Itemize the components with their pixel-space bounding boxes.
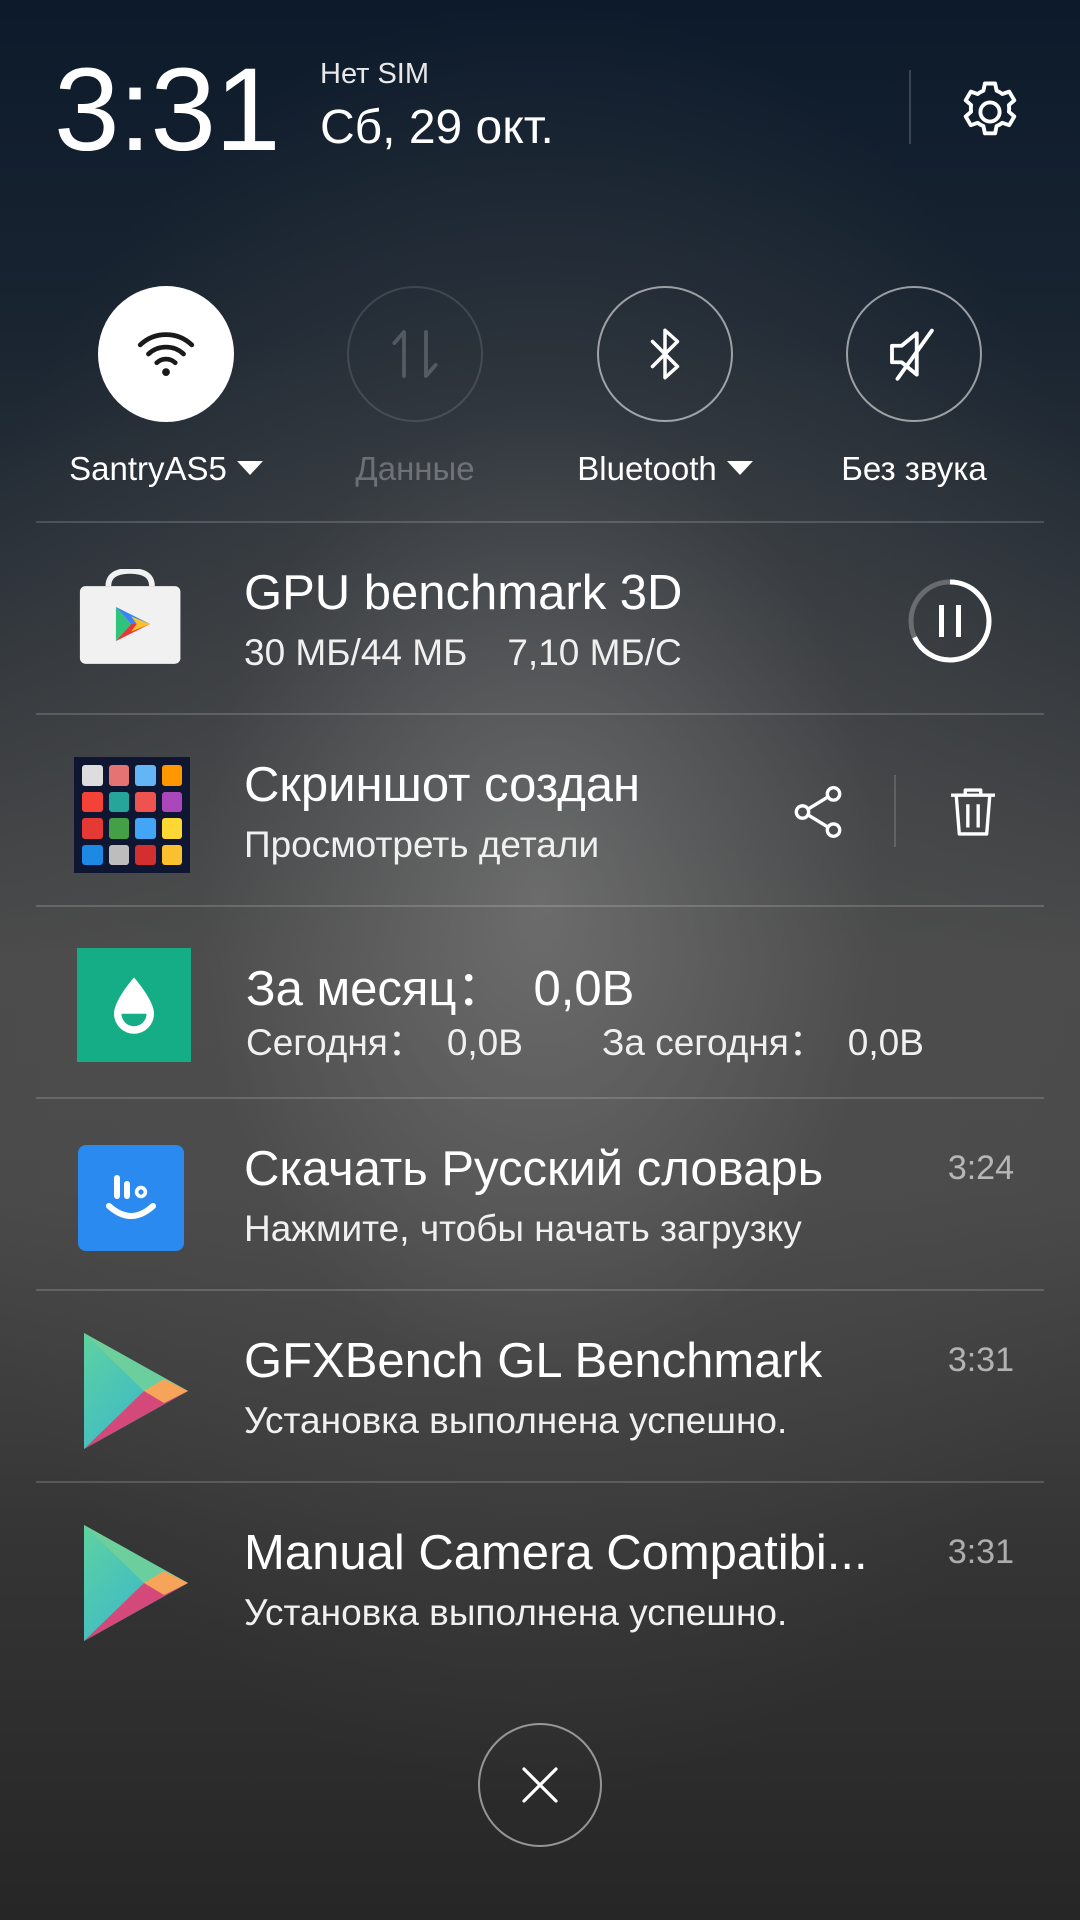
notification-title: Скриншот создан [244, 758, 641, 812]
toggle-wifi[interactable]: SantryAS5 [41, 282, 291, 502]
delete-button[interactable] [933, 767, 1013, 857]
notification-list: GPU benchmark 3D 30 МБ/44 МБ 7,10 МБ/С Ск… [36, 521, 1044, 1673]
sim-status: Нет SIM [320, 58, 430, 90]
play-triangle-icon [84, 1525, 188, 1641]
notification-title: GPU benchmark 3D [244, 566, 683, 620]
bluetooth-label[interactable]: Bluetooth [540, 450, 790, 488]
download-progress-text: 30 МБ/44 МБ 7,10 МБ/С [244, 632, 682, 673]
delete-icon [951, 788, 995, 836]
notification-time: 3:31 [947, 1341, 1014, 1379]
mobile-data-label: Данные [355, 450, 475, 487]
monthly-usage: За месяц： 0,0B [246, 962, 635, 1016]
notification-header: 3:31 Нет SIM Сб, 29 окт. [0, 0, 1080, 230]
notification-manual-camera[interactable]: Manual Camera Compatibi... Установка вып… [36, 1483, 1044, 1673]
toggle-bluetooth[interactable]: Bluetooth [540, 282, 790, 502]
toggle-mobile-data[interactable]: Данные [290, 282, 540, 502]
notification-screenshot[interactable]: Скриншот создан Просмотреть детали [36, 715, 1044, 905]
pause-button[interactable] [906, 577, 994, 665]
notification-title: Manual Camera Compatibi... [244, 1526, 868, 1580]
clock: 3:31 [54, 44, 281, 176]
quick-settings: SantryAS5 Данные Bluetooth Без звука [0, 282, 1080, 512]
notification-time: 3:31 [947, 1533, 1014, 1571]
screenshot-thumbnail [74, 757, 190, 873]
settings-button[interactable] [950, 72, 1030, 152]
bluetooth-icon [650, 328, 680, 380]
notification-subtitle: Просмотреть детали [244, 824, 600, 865]
mute-icon [890, 328, 934, 381]
pause-icon [908, 579, 992, 663]
wifi-icon [137, 332, 195, 376]
notification-time: 3:24 [947, 1149, 1014, 1187]
notification-download[interactable]: GPU benchmark 3D 30 МБ/44 МБ 7,10 МБ/С [36, 523, 1044, 713]
toggle-mute[interactable]: Без звука [789, 282, 1039, 502]
touchpal-keyboard-icon [78, 1145, 184, 1251]
notification-data-usage[interactable]: За месяц： 0,0B Сегодня： 0,0B За сегодня： 0,… [36, 907, 1044, 1097]
date: Сб, 29 окт. [320, 101, 554, 154]
mobile-data-toggle-circle[interactable] [347, 286, 483, 422]
notification-subtitle: Установка выполнена успешно. [244, 1400, 788, 1441]
notification-title: GFXBench GL Benchmark [244, 1334, 823, 1388]
action-divider [894, 775, 896, 847]
wifi-network-label[interactable]: SantryAS5 [41, 450, 291, 488]
mute-label: Без звука [841, 450, 987, 487]
play-store-icon [79, 569, 181, 664]
notification-subtitle: Установка выполнена успешно. [244, 1592, 788, 1633]
share-button[interactable] [778, 767, 858, 857]
wifi-toggle-circle[interactable] [98, 286, 234, 422]
header-divider [909, 70, 911, 144]
for-today-usage: За сегодня： 0,0B [602, 1022, 924, 1063]
close-icon [522, 1767, 558, 1803]
chevron-down-icon [236, 461, 263, 476]
gear-icon [963, 81, 1017, 136]
water-drop-icon [77, 948, 191, 1062]
notification-gfxbench[interactable]: GFXBench GL Benchmark Установка выполнен… [36, 1291, 1044, 1481]
mute-toggle-circle[interactable] [846, 286, 982, 422]
clear-all-button[interactable] [478, 1723, 602, 1847]
notification-dictionary[interactable]: Скачать Русский словарь Нажмите, чтобы н… [36, 1099, 1044, 1289]
notification-subtitle: Нажмите, чтобы начать загрузку [244, 1208, 802, 1249]
notification-title: Скачать Русский словарь [244, 1142, 824, 1196]
today-usage: Сегодня： 0,0B [246, 1022, 523, 1063]
bluetooth-toggle-circle[interactable] [597, 286, 733, 422]
chevron-down-icon [726, 461, 753, 476]
play-triangle-icon [84, 1333, 188, 1449]
mobile-data-icon [392, 330, 438, 378]
share-icon [794, 786, 842, 838]
